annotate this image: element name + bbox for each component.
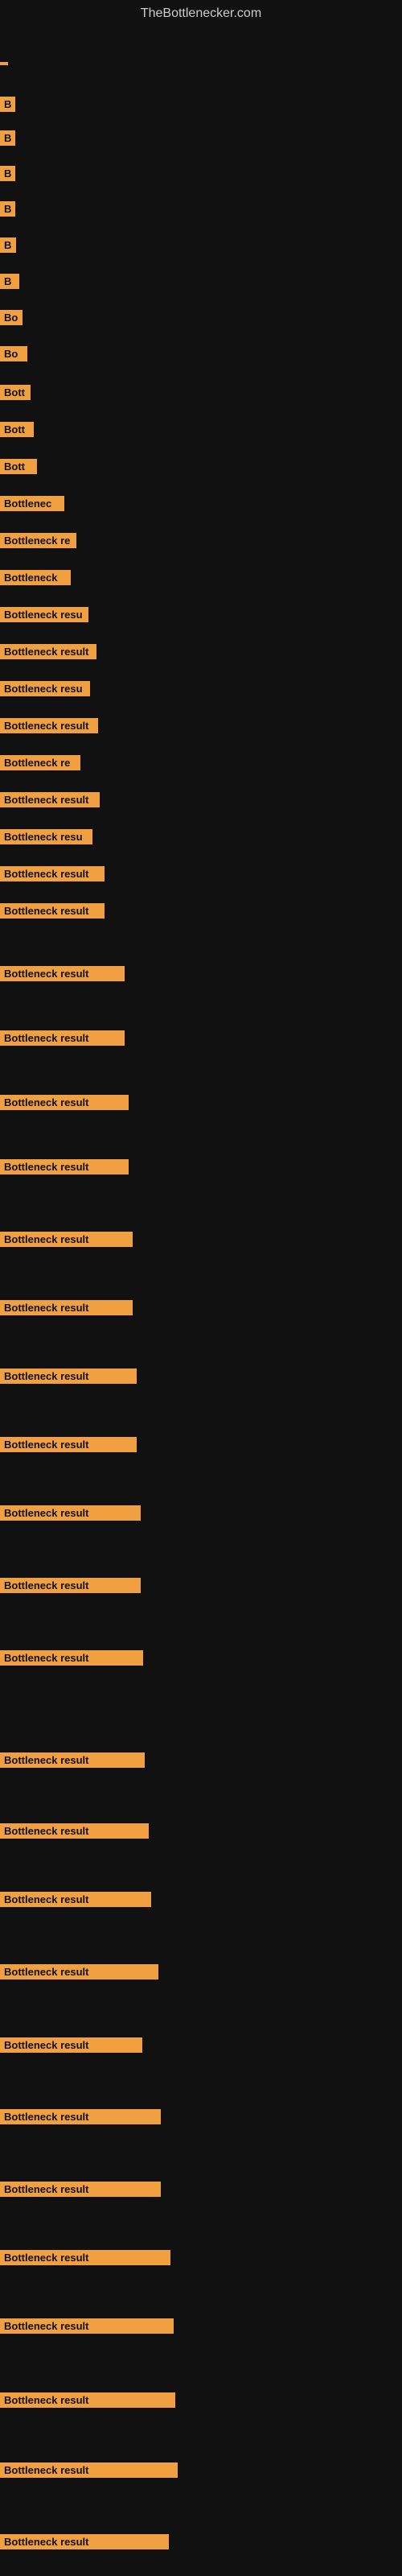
bar-label: Bottleneck resu <box>0 681 90 696</box>
bar-label: B <box>0 201 15 217</box>
bar-item: Bottleneck result <box>0 644 96 659</box>
bar-label: Bottleneck result <box>0 1300 133 1315</box>
bar-item: Bottleneck <box>0 570 71 585</box>
bar-label: Bott <box>0 422 34 437</box>
bar-item <box>0 55 8 69</box>
bar-label: B <box>0 237 16 253</box>
bar-item: Bottleneck result <box>0 1159 129 1174</box>
bar-item: Bottleneck result <box>0 2250 170 2265</box>
bar-label: Bottleneck resu <box>0 829 92 844</box>
bar-label: B <box>0 274 19 289</box>
bar-item: Bottleneck result <box>0 1752 145 1768</box>
bar-label: Bottleneck result <box>0 1159 129 1174</box>
bar-item: Bottleneck resu <box>0 607 88 622</box>
bar-label: Bottleneck result <box>0 2109 161 2124</box>
bar-item: Bottleneck result <box>0 1578 141 1593</box>
bar-item: Bottleneck result <box>0 1650 143 1666</box>
bar-label: Bottleneck result <box>0 644 96 659</box>
bar-item: Bott <box>0 422 34 437</box>
bar-item: Bottlenec <box>0 496 64 511</box>
bar-item: Bottleneck result <box>0 866 105 881</box>
bar-label: Bo <box>0 346 27 361</box>
bar-item: Bottleneck result <box>0 2392 175 2408</box>
bar-label: Bottleneck result <box>0 2037 142 2053</box>
bar-item: Bottleneck result <box>0 2462 178 2478</box>
bar-item: B <box>0 201 15 217</box>
bar-item: Bottleneck result <box>0 1892 151 1907</box>
bar-item: Bottleneck result <box>0 1095 129 1110</box>
bar-item: B <box>0 237 16 253</box>
bar-item: Bottleneck resu <box>0 681 90 696</box>
bar-label: Bottleneck result <box>0 1752 145 1768</box>
bar-item: Bottleneck result <box>0 903 105 919</box>
bar-label: Bottleneck re <box>0 533 76 548</box>
bar-item: Bottleneck result <box>0 1437 137 1452</box>
bar-label: Bottleneck result <box>0 718 98 733</box>
bar-item: Bottleneck result <box>0 792 100 807</box>
bar-label: Bo <box>0 310 23 325</box>
site-title: TheBottlenecker.com <box>0 0 402 27</box>
bar-label: Bottleneck result <box>0 792 100 807</box>
bar-label: Bottleneck result <box>0 2250 170 2265</box>
bar-item: B <box>0 166 15 181</box>
bar-label: Bottleneck result <box>0 1095 129 1110</box>
bar-item: Bottleneck result <box>0 1964 158 1979</box>
bar-item: Bottleneck re <box>0 533 76 548</box>
bar-label: B <box>0 166 15 181</box>
bar-item: Bottleneck result <box>0 2182 161 2197</box>
bar-item: Bott <box>0 385 31 400</box>
bar-label: Bottleneck result <box>0 2182 161 2197</box>
bar-item: Bottleneck result <box>0 2109 161 2124</box>
bar-item: Bottleneck resu <box>0 829 92 844</box>
bar-item: Bo <box>0 346 27 361</box>
bar-label: Bottleneck result <box>0 2534 169 2549</box>
bar-label: Bott <box>0 459 37 474</box>
bar-label: Bottleneck result <box>0 1030 125 1046</box>
bar-item: Bottleneck result <box>0 1368 137 1384</box>
bar-label: Bottleneck result <box>0 2392 175 2408</box>
bar-label: Bottleneck result <box>0 2318 174 2334</box>
bar-item: Bottleneck result <box>0 2318 174 2334</box>
bar-item: B <box>0 130 15 146</box>
bar-label: Bottleneck resu <box>0 607 88 622</box>
bar-label: Bottleneck result <box>0 1650 143 1666</box>
bar-label: Bottleneck <box>0 570 71 585</box>
bar-label: B <box>0 130 15 146</box>
bar-item: Bottleneck re <box>0 755 80 770</box>
bar-label: Bottleneck result <box>0 903 105 919</box>
bar-label: Bottlenec <box>0 496 64 511</box>
bar-label: Bottleneck result <box>0 1578 141 1593</box>
bar-item: B <box>0 274 19 289</box>
bar-item: Bottleneck result <box>0 1030 125 1046</box>
bar-label: Bottleneck result <box>0 2462 178 2478</box>
bar-label: B <box>0 97 15 112</box>
bar-label: Bottleneck re <box>0 755 80 770</box>
bar-item: Bott <box>0 459 37 474</box>
bar-label: Bottleneck result <box>0 1892 151 1907</box>
bar-item: Bottleneck result <box>0 2037 142 2053</box>
bar-item: Bo <box>0 310 23 325</box>
bar-item: Bottleneck result <box>0 1505 141 1521</box>
bar-label: Bottleneck result <box>0 866 105 881</box>
bar-label: Bottleneck result <box>0 1232 133 1247</box>
bar-label: Bott <box>0 385 31 400</box>
bar-item: Bottleneck result <box>0 718 98 733</box>
bar-item: Bottleneck result <box>0 2534 169 2549</box>
bar-item: Bottleneck result <box>0 966 125 981</box>
bar-label: Bottleneck result <box>0 966 125 981</box>
bar-label: Bottleneck result <box>0 1823 149 1839</box>
bar-item: B <box>0 97 15 112</box>
bar-item: Bottleneck result <box>0 1823 149 1839</box>
bar-label: Bottleneck result <box>0 1505 141 1521</box>
bar-label: Bottleneck result <box>0 1368 137 1384</box>
bar-label: Bottleneck result <box>0 1964 158 1979</box>
bar-item: Bottleneck result <box>0 1232 133 1247</box>
bar-label <box>0 62 8 65</box>
bar-item: Bottleneck result <box>0 1300 133 1315</box>
bar-label: Bottleneck result <box>0 1437 137 1452</box>
